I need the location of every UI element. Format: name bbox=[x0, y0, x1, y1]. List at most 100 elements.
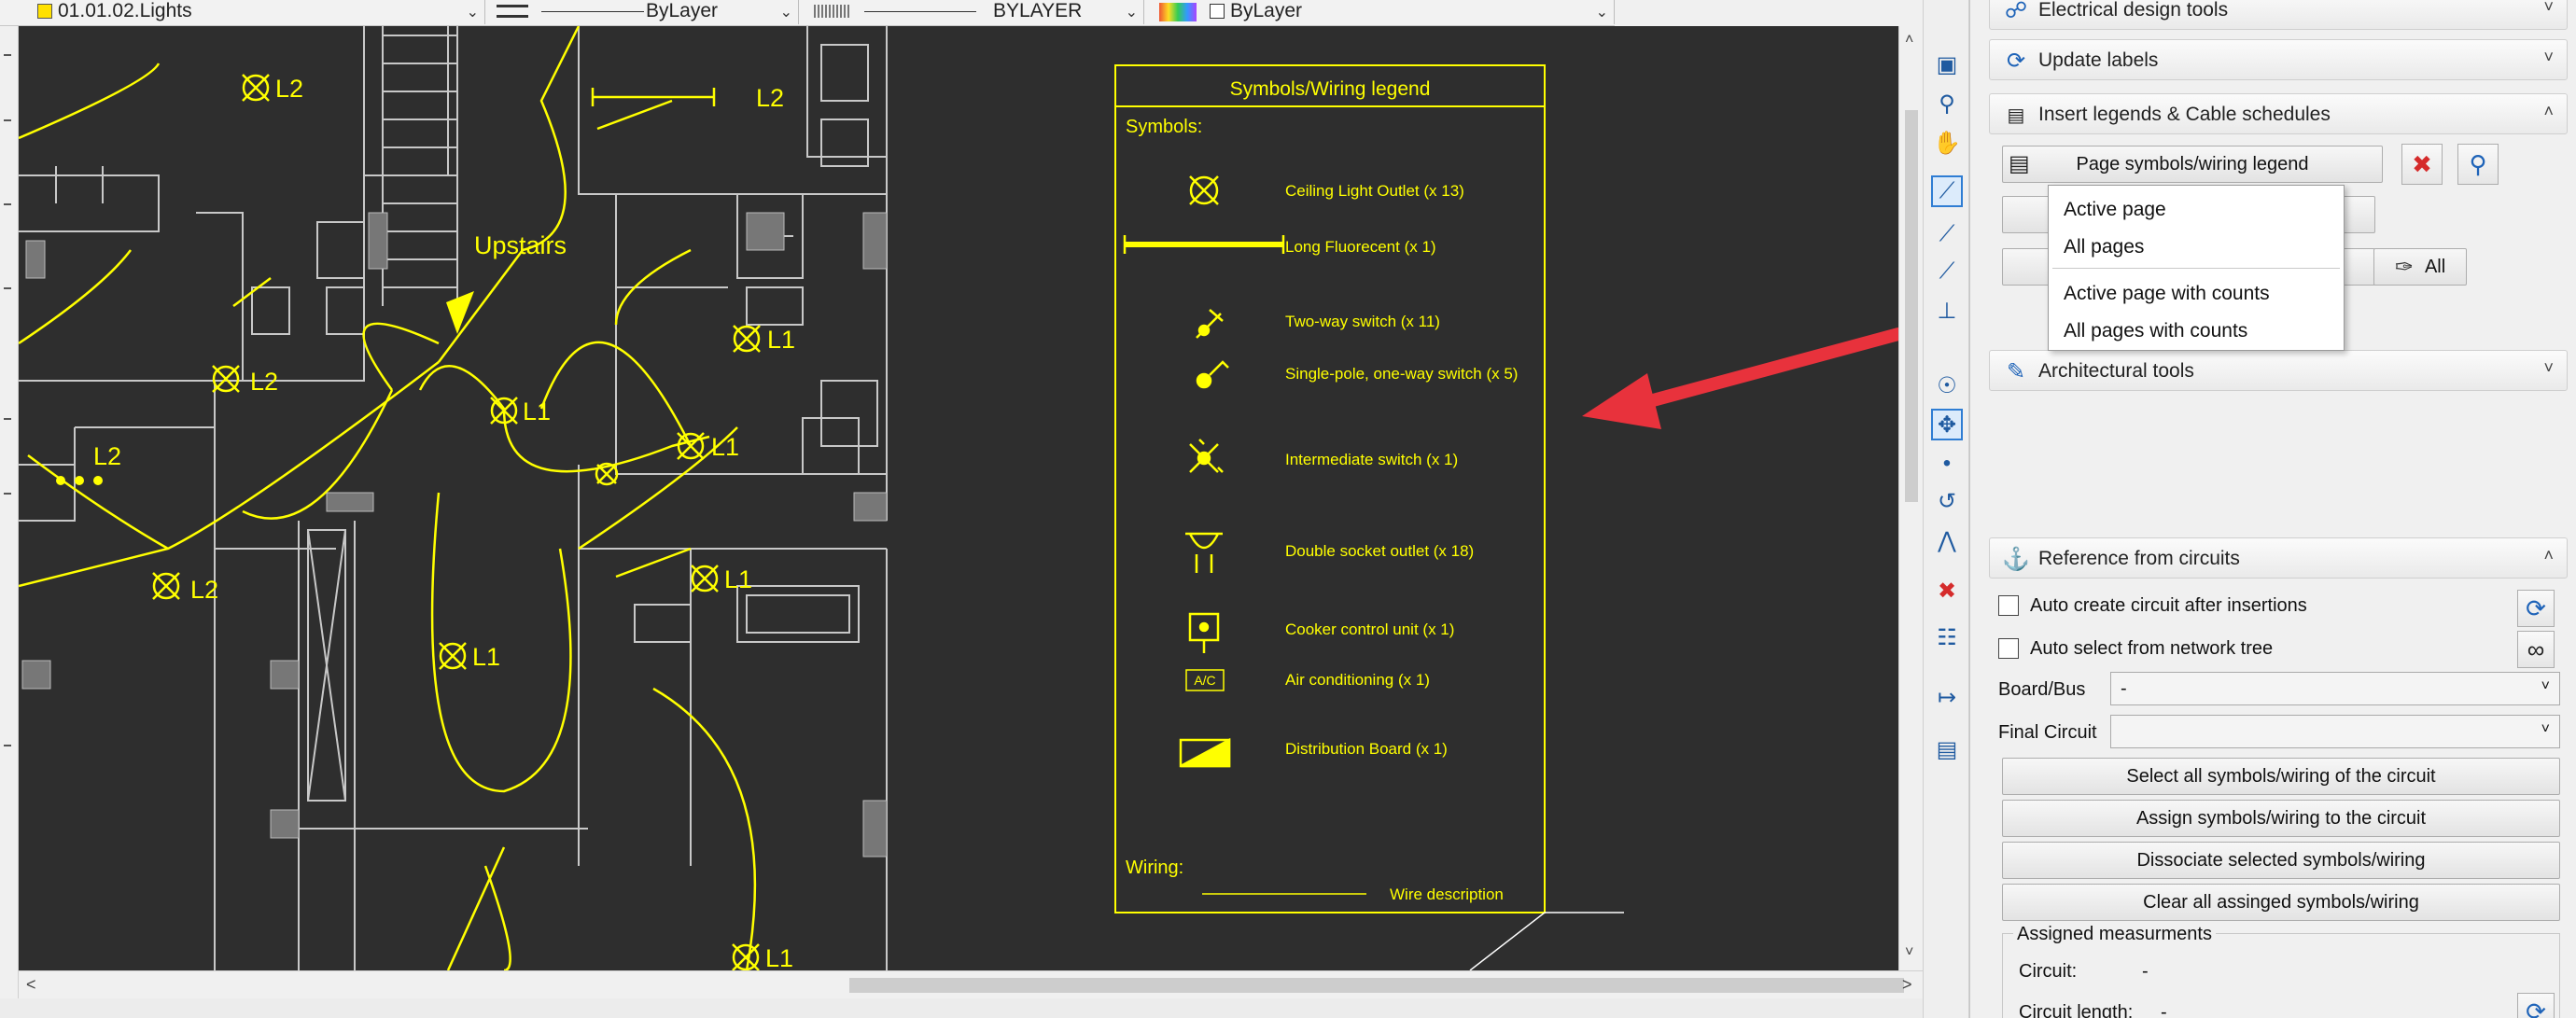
tag-l1: L1 bbox=[767, 326, 795, 354]
circuit-label: Circuit: bbox=[2019, 961, 2078, 982]
color-combo[interactable]: ByLayer ⌄ bbox=[1152, 0, 1615, 24]
floor-plan[interactable]: Upstairs L2 L2 L2 L2 L2 L1 L1 L1 L1 L1 L… bbox=[19, 26, 1898, 970]
menu-item-active-page-with-counts[interactable]: Active page with counts bbox=[2064, 283, 2270, 305]
legend-scope-menu: Active page All pages Active page with c… bbox=[2048, 185, 2345, 351]
section-architectural-tools[interactable]: ✎ Architectural tools ˅ bbox=[1989, 350, 2568, 391]
scroll-right-icon[interactable]: ˃ bbox=[1902, 975, 1912, 995]
zoom-icon[interactable]: ⚲ bbox=[1931, 88, 1963, 119]
final-circuit-select[interactable]: ˅ bbox=[2110, 715, 2560, 748]
menu-item-all-pages-with-counts[interactable]: All pages with counts bbox=[2064, 320, 2247, 342]
all-button[interactable]: ✑ All bbox=[2373, 248, 2467, 286]
section-insert-legends[interactable]: ▤ Insert legends & Cable schedules ˄ bbox=[1989, 93, 2568, 134]
linetype-value: ByLayer bbox=[646, 0, 719, 21]
board-bus-value: - bbox=[2121, 678, 2127, 699]
tag-l1: L1 bbox=[724, 565, 752, 593]
refresh-length-icon[interactable]: ⟳ bbox=[2517, 993, 2555, 1018]
legend-icon: ▤ bbox=[2009, 151, 2030, 176]
section-electrical-design-tools[interactable]: ☍ Electrical design tools ˅ bbox=[1989, 0, 2568, 30]
color-value: ByLayer bbox=[1230, 0, 1303, 21]
chevron-down-icon: ˅ bbox=[2541, 721, 2550, 737]
two-way-switch-symbol bbox=[1196, 309, 1224, 339]
auto-select-checkbox[interactable] bbox=[1998, 638, 2019, 659]
section-label: Architectural tools bbox=[2038, 360, 2194, 382]
circuit-length-value: - bbox=[2161, 1002, 2167, 1018]
legend-item: Ceiling Light Outlet (x 13) bbox=[1285, 182, 1464, 200]
legend-box[interactable]: Symbols/Wiring legend Symbols: Ceiling L… bbox=[1114, 64, 1624, 970]
snap-endpoint-icon[interactable]: ⟋ bbox=[1931, 175, 1963, 207]
legend-symbols-header: Symbols: bbox=[1126, 117, 1202, 137]
chevron-down-icon: ⌄ bbox=[1125, 5, 1138, 21]
tag-l2: L2 bbox=[756, 84, 784, 112]
auto-select-label: Auto select from network tree bbox=[2030, 638, 2274, 659]
menu-item-all-pages[interactable]: All pages bbox=[2064, 236, 2144, 258]
snap-nearest-icon[interactable]: ⟋ bbox=[1931, 256, 1963, 287]
measure-icon[interactable]: ↦ bbox=[1931, 681, 1963, 713]
all-label: All bbox=[2424, 256, 2446, 277]
scroll-thumb[interactable] bbox=[1905, 110, 1918, 502]
snap-center-icon[interactable]: ☉ bbox=[1931, 370, 1963, 401]
pan-hand-icon[interactable]: ✋ bbox=[1931, 127, 1963, 159]
properties-toolbar: 01.01.02.Lights ⌄ ByLayer ⌄ BYLAYER ⌄ By… bbox=[0, 0, 1615, 26]
linetype-combo[interactable]: ByLayer ⌄ bbox=[491, 0, 799, 24]
menu-item-active-page[interactable]: Active page bbox=[2064, 199, 2166, 221]
ac-symbol-label: A/C bbox=[1194, 673, 1215, 688]
refresh-icon[interactable]: ⟳ bbox=[2517, 590, 2555, 627]
section-update-labels[interactable]: ⟳ Update labels ˅ bbox=[1989, 39, 2568, 80]
chevron-down-icon: ˅ bbox=[2543, 48, 2554, 66]
auto-create-checkbox[interactable] bbox=[1998, 595, 2019, 616]
select-all-circuit-button[interactable]: Select all symbols/wiring of the circuit bbox=[2002, 758, 2560, 795]
tag-l2: L2 bbox=[93, 442, 121, 470]
chevron-down-icon: ˅ bbox=[2543, 0, 2554, 16]
legend-item: Single-pole, one-way switch (x 5) bbox=[1285, 365, 1518, 383]
fluorescent-symbol bbox=[1123, 235, 1285, 254]
board-bus-label: Board/Bus bbox=[1998, 679, 2086, 700]
intermediate-switch-symbol bbox=[1189, 439, 1224, 473]
tool-panel: ☍ Electrical design tools ˅ ⟳ Update lab… bbox=[1969, 0, 2576, 1018]
circuit-length-label: Circuit length: bbox=[2019, 1002, 2134, 1018]
cad-window: 01.01.02.Lights ⌄ ByLayer ⌄ BYLAYER ⌄ By… bbox=[0, 0, 2576, 1018]
dissociate-button[interactable]: Dissociate selected symbols/wiring bbox=[2002, 842, 2560, 879]
horizontal-scrollbar[interactable]: ˂ ˃ bbox=[19, 970, 1923, 998]
clear-snaps-icon[interactable]: ✖ bbox=[1931, 575, 1963, 607]
refresh-icon: ⟳ bbox=[2006, 48, 2026, 74]
legend-item: Double socket outlet (x 18) bbox=[1285, 542, 1474, 560]
vertical-toolbar: ▣ ⚲ ✋ ⟋ ⟋ ⟋ ⊥ ☉ ✥ • ↺ ⋀ ✖ ☷ ↦ ▤ bbox=[1923, 0, 1969, 1018]
legend-item: Long Fluorecent (x 1) bbox=[1285, 238, 1436, 256]
menu-separator bbox=[2052, 268, 2340, 269]
annotation-arrow-icon bbox=[1582, 328, 1898, 429]
layer-tool-icon[interactable]: ▤ bbox=[1931, 733, 1963, 765]
link-icon[interactable]: ∞ bbox=[2517, 631, 2555, 668]
lineweight-combo[interactable]: BYLAYER ⌄ bbox=[806, 0, 1144, 24]
tag-l1: L1 bbox=[711, 433, 739, 461]
board-bus-select[interactable]: - ˅ bbox=[2110, 672, 2560, 705]
vertical-scrollbar[interactable]: ˄ ˅ bbox=[1898, 26, 1923, 970]
layer-combo[interactable]: 01.01.02.Lights ⌄ bbox=[0, 0, 485, 24]
left-ruler bbox=[0, 26, 19, 1018]
delete-icon[interactable]: ✖ bbox=[2401, 144, 2443, 185]
snap-parallel-icon[interactable]: ⋀ bbox=[1931, 524, 1963, 556]
distribution-board-symbol bbox=[1179, 737, 1231, 768]
chevron-down-icon: ⌄ bbox=[1595, 5, 1608, 21]
assign-to-circuit-button[interactable]: Assign symbols/wiring to the circuit bbox=[2002, 800, 2560, 837]
scroll-down-icon[interactable]: ˅ bbox=[1905, 944, 1913, 961]
ceiling-light-symbol bbox=[1189, 175, 1219, 205]
snap-tangent-icon[interactable]: ↺ bbox=[1931, 485, 1963, 517]
drawing-canvas[interactable]: Upstairs L2 L2 L2 L2 L2 L1 L1 L1 L1 L1 L… bbox=[19, 26, 1898, 970]
line-sample bbox=[864, 11, 976, 12]
scroll-left-icon[interactable]: ˂ bbox=[26, 975, 36, 995]
snap-quadrant-icon[interactable]: ✥ bbox=[1931, 409, 1963, 440]
clear-assigned-button[interactable]: Clear all assinged symbols/wiring bbox=[2002, 884, 2560, 921]
scroll-thumb[interactable] bbox=[849, 978, 1904, 993]
page-legend-button[interactable]: ▤ Page symbols/wiring legend bbox=[2002, 146, 2383, 183]
snap-midpoint-icon[interactable]: ⟋ bbox=[1931, 218, 1963, 250]
architecture-icon: ✎ bbox=[2006, 358, 2026, 384]
zoom-extents-icon[interactable]: ▣ bbox=[1931, 49, 1963, 80]
grid-icon[interactable]: ☷ bbox=[1931, 621, 1963, 653]
snap-node-icon[interactable]: • bbox=[1931, 448, 1963, 480]
tag-l2: L2 bbox=[275, 75, 303, 103]
section-reference-from-circuits[interactable]: ⚓ Reference from circuits ˄ bbox=[1989, 537, 2568, 579]
section-label: Reference from circuits bbox=[2038, 548, 2240, 569]
scroll-up-icon[interactable]: ˄ bbox=[1905, 32, 1913, 49]
zoom-search-icon[interactable]: ⚲ bbox=[2457, 144, 2499, 185]
snap-perpendicular-icon[interactable]: ⊥ bbox=[1931, 295, 1963, 327]
